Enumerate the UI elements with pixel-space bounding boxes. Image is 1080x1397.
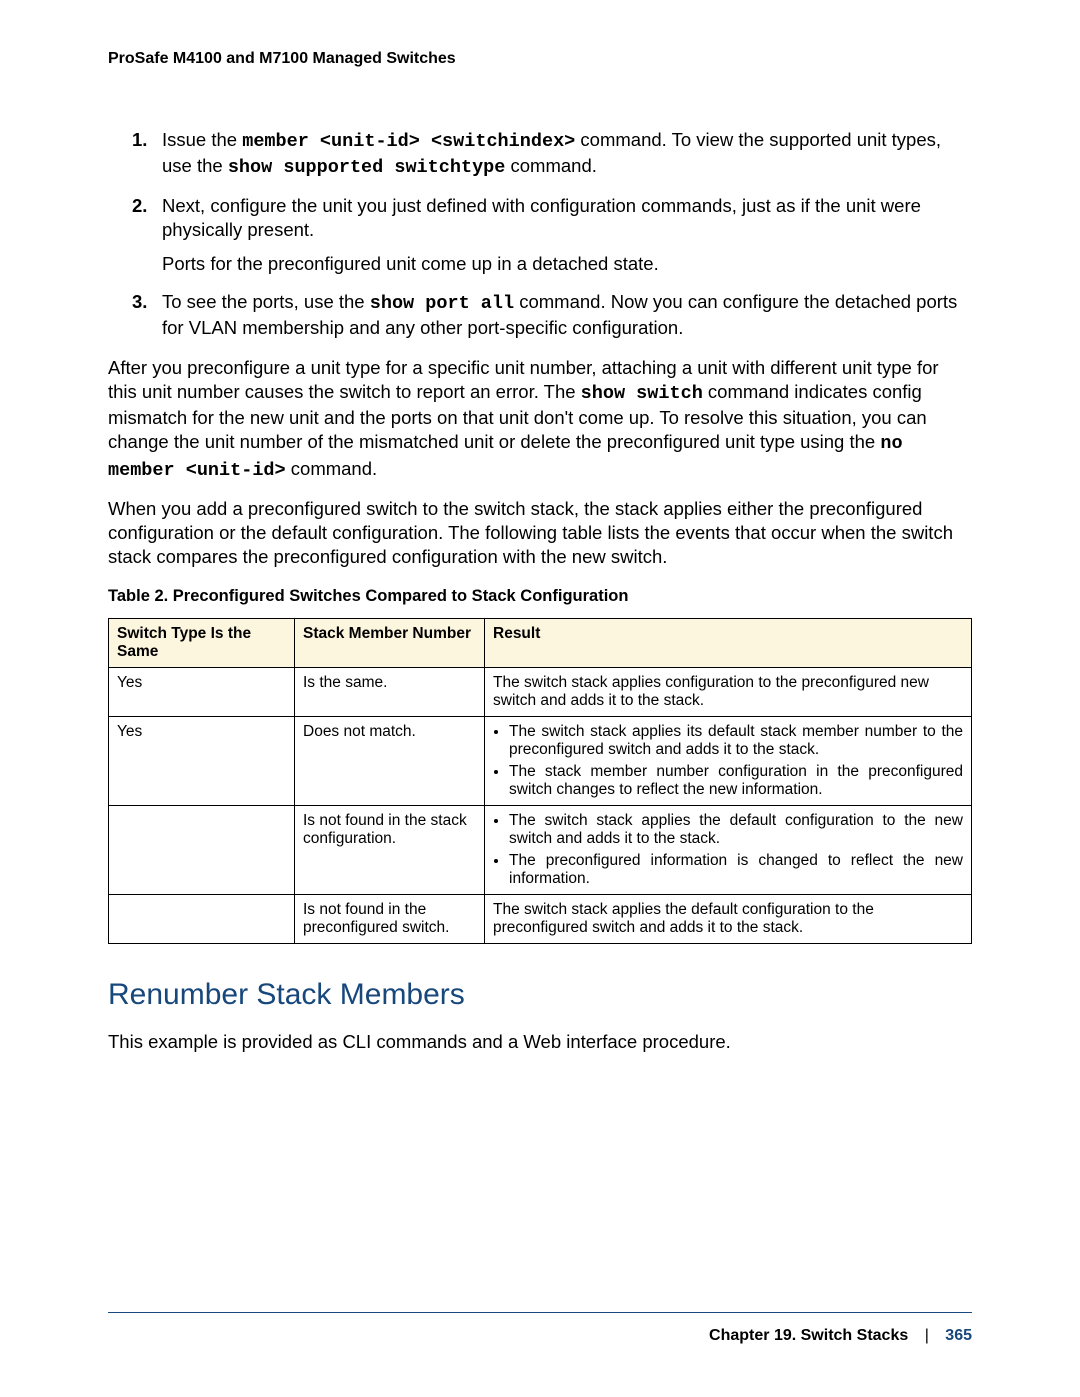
page: ProSafe M4100 and M7100 Managed Switches… bbox=[0, 0, 1080, 1397]
table-header-row: Switch Type Is the Same Stack Member Num… bbox=[109, 618, 972, 667]
th-member-number: Stack Member Number bbox=[295, 618, 485, 667]
cell-r1-c2: Is the same. bbox=[295, 667, 485, 716]
footer-rule bbox=[108, 1312, 972, 1313]
section-intro: This example is provided as CLI commands… bbox=[108, 1030, 972, 1054]
cell-r2-c3: The switch stack applies its default sta… bbox=[485, 716, 972, 805]
cell-r2-c2: Does not match. bbox=[295, 716, 485, 805]
step-2-num: 2. bbox=[132, 194, 147, 218]
code-show-supported: show supported switchtype bbox=[228, 157, 506, 178]
para1-c: command. bbox=[286, 458, 378, 479]
cell-r4-c3: The switch stack applies the default con… bbox=[485, 894, 972, 943]
cell-r4-c2: Is not found in the preconfigured switch… bbox=[295, 894, 485, 943]
cell-r2-b1: The switch stack applies its default sta… bbox=[509, 723, 963, 759]
footer-chapter: Chapter 19. Switch Stacks bbox=[709, 1327, 908, 1344]
table-row: Yes Is the same. The switch stack applie… bbox=[109, 667, 972, 716]
step-3-text-a: To see the ports, use the bbox=[162, 291, 370, 312]
preconfig-table: Switch Type Is the Same Stack Member Num… bbox=[108, 618, 972, 944]
cell-r4-c1 bbox=[109, 894, 295, 943]
step-1-num: 1. bbox=[132, 128, 147, 152]
step-2-text: Next, configure the unit you just define… bbox=[162, 195, 921, 240]
running-header: ProSafe M4100 and M7100 Managed Switches bbox=[108, 50, 972, 68]
step-2: 2. Next, configure the unit you just def… bbox=[132, 194, 972, 276]
cell-r2-c1: Yes bbox=[109, 716, 295, 805]
code-show-switch: show switch bbox=[581, 383, 703, 404]
footer-divider: | bbox=[925, 1327, 929, 1344]
th-switch-type: Switch Type Is the Same bbox=[109, 618, 295, 667]
step-1: 1. Issue the member <unit-id> <switchind… bbox=[132, 128, 972, 180]
cell-r3-b2: The preconfigured information is changed… bbox=[509, 852, 963, 888]
paragraph-preconfig: After you preconfigure a unit type for a… bbox=[108, 356, 972, 482]
table-caption: Table 2. Preconfigured Switches Compared… bbox=[108, 587, 972, 606]
cell-r1-c3: The switch stack applies configuration t… bbox=[485, 667, 972, 716]
cell-r3-c2: Is not found in the stack configuration. bbox=[295, 805, 485, 894]
step-1-text-c: command. bbox=[505, 155, 597, 176]
code-show-port: show port all bbox=[370, 293, 514, 314]
th-result: Result bbox=[485, 618, 972, 667]
table-row: Is not found in the preconfigured switch… bbox=[109, 894, 972, 943]
cell-r3-c3: The switch stack applies the default con… bbox=[485, 805, 972, 894]
cell-r3-c1 bbox=[109, 805, 295, 894]
cell-r1-c1: Yes bbox=[109, 667, 295, 716]
section-heading: Renumber Stack Members bbox=[108, 978, 972, 1012]
step-2-sub: Ports for the preconfigured unit come up… bbox=[162, 252, 972, 276]
page-footer: Chapter 19. Switch Stacks | 365 bbox=[108, 1312, 972, 1345]
table-row: Yes Does not match. The switch stack app… bbox=[109, 716, 972, 805]
step-3: 3. To see the ports, use the show port a… bbox=[132, 290, 972, 340]
step-3-num: 3. bbox=[132, 290, 147, 314]
footer-page-number: 365 bbox=[945, 1327, 972, 1344]
steps-list: 1. Issue the member <unit-id> <switchind… bbox=[132, 128, 972, 340]
code-member: member <unit-id> <switchindex> bbox=[242, 131, 575, 152]
cell-r2-b2: The stack member number configuration in… bbox=[509, 763, 963, 799]
footer-text: Chapter 19. Switch Stacks | 365 bbox=[108, 1327, 972, 1345]
paragraph-apply: When you add a preconfigured switch to t… bbox=[108, 497, 972, 569]
table-row: Is not found in the stack configuration.… bbox=[109, 805, 972, 894]
cell-r3-b1: The switch stack applies the default con… bbox=[509, 812, 963, 848]
step-1-text-a: Issue the bbox=[162, 129, 242, 150]
